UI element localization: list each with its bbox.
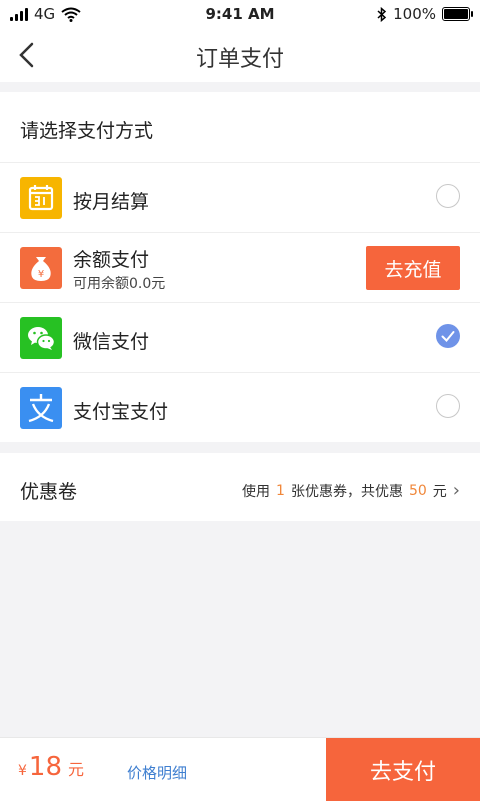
battery-percent: 100%: [393, 5, 436, 23]
status-bar: 4G 9:41 AM 100%: [0, 0, 480, 28]
balance-available: 可用余额0.0元: [73, 276, 166, 292]
coupon-text-suffix: 元: [432, 483, 447, 500]
total-price: ¥ 18 元: [18, 752, 84, 782]
payment-option-label: 支付宝支付: [73, 401, 169, 423]
status-right: 100%: [377, 5, 473, 23]
payment-option-alipay[interactable]: 支付宝支付: [0, 372, 480, 443]
radio-checked[interactable]: [436, 324, 460, 348]
payment-option-label: 余额支付: [73, 249, 150, 271]
calendar-icon: [20, 177, 62, 219]
payment-option-label: 按月结算: [73, 191, 150, 213]
payment-method-card: 请选择支付方式 按月结算 ¥ 余额支付 可用余额0.0元 去充值 微信支付 支付…: [0, 92, 480, 442]
wechat-icon: [20, 317, 62, 359]
battery-icon: [442, 7, 473, 21]
recharge-button[interactable]: 去充值: [366, 246, 460, 290]
battery-fill: [444, 9, 468, 19]
nav-bar: 订单支付: [0, 28, 480, 82]
payment-option-balance[interactable]: ¥ 余额支付 可用余额0.0元 去充值: [0, 232, 480, 303]
pay-button[interactable]: 去支付: [326, 738, 480, 801]
coupon-label: 优惠卷: [20, 481, 78, 503]
radio-unchecked[interactable]: [436, 394, 460, 418]
currency-symbol: ¥: [18, 763, 27, 779]
coupon-amount: 50: [408, 482, 427, 499]
coupon-summary[interactable]: 使用 1 张优惠券，共优惠 50 元 ›: [242, 480, 460, 501]
section-heading: 请选择支付方式: [20, 120, 154, 142]
total-amount: 18: [28, 752, 63, 782]
chevron-right-icon: ›: [452, 480, 460, 501]
bottom-bar: ¥ 18 元 价格明细 去支付: [0, 737, 480, 801]
coupon-count: 1: [276, 482, 285, 499]
price-unit: 元: [68, 760, 85, 779]
page-title: 订单支付: [195, 47, 284, 72]
svg-text:¥: ¥: [38, 269, 44, 280]
alipay-icon: [20, 387, 62, 429]
coupon-text-prefix: 使用: [242, 483, 271, 500]
payment-option-monthly[interactable]: 按月结算: [0, 162, 480, 233]
coupon-row[interactable]: 优惠卷 使用 1 张优惠券，共优惠 50 元 ›: [0, 453, 480, 521]
price-detail-link[interactable]: 价格明细: [127, 762, 187, 783]
payment-option-label: 微信支付: [73, 331, 150, 353]
check-icon: [441, 331, 455, 342]
bluetooth-icon: [377, 6, 387, 22]
radio-unchecked[interactable]: [436, 184, 460, 208]
payment-option-wechat[interactable]: 微信支付: [0, 302, 480, 373]
coupon-text-mid: 张优惠券，共优惠: [290, 483, 403, 500]
money-bag-icon: ¥: [20, 247, 62, 289]
